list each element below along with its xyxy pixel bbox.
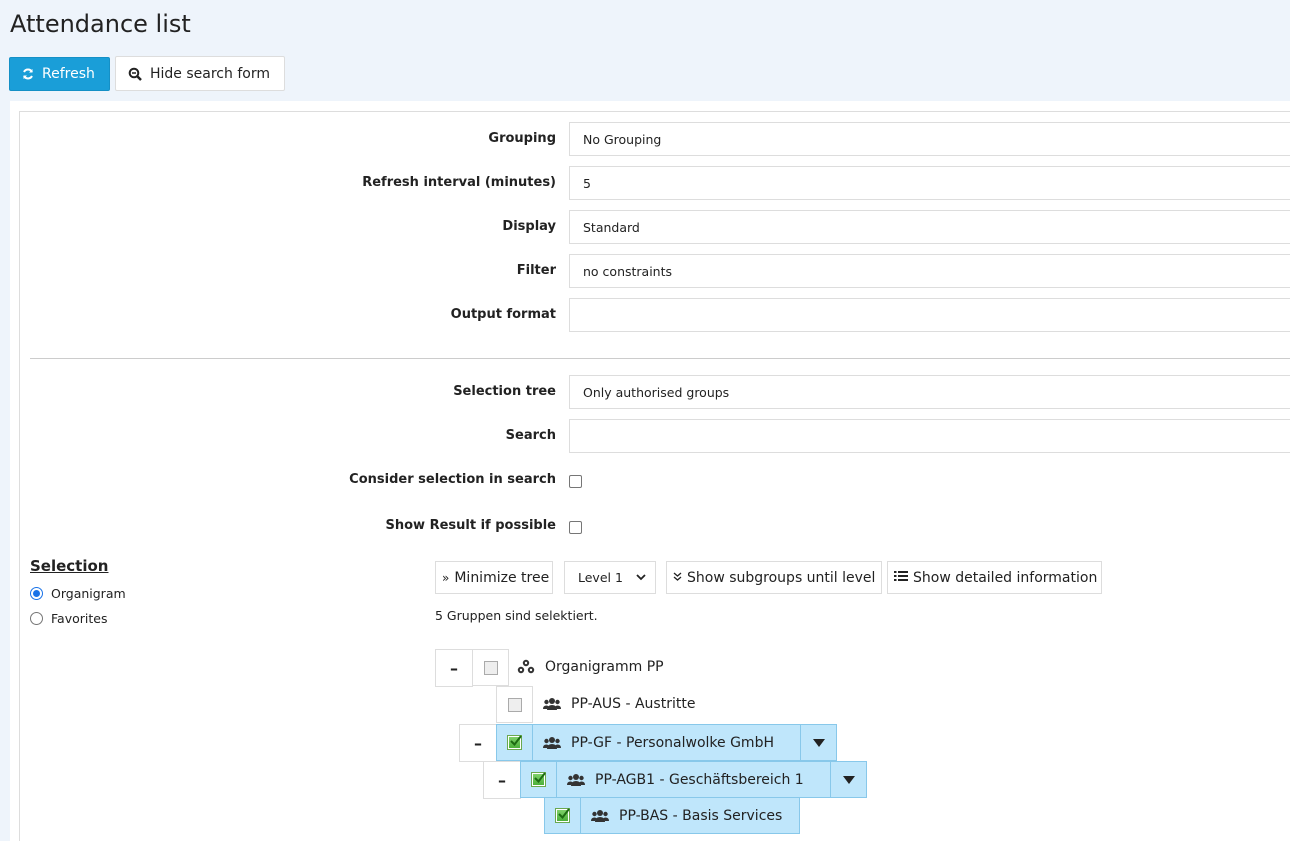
tree-collapse-button[interactable]: – <box>483 761 521 799</box>
page-title: Attendance list <box>10 10 191 38</box>
show-detailed-info-label: Show detailed information <box>913 569 1098 586</box>
tree-node-pp-bas[interactable]: PP-BAS - Basis Services <box>544 797 800 834</box>
output-format-select[interactable] <box>569 298 1290 332</box>
tree-checkbox-checked[interactable] <box>507 735 522 750</box>
list-icon <box>894 570 908 585</box>
users-icon <box>543 697 561 711</box>
tree-checkbox-checked[interactable] <box>555 808 570 823</box>
radio-button[interactable] <box>30 587 43 600</box>
tree-node-label: PP-GF - Personalwolke GmbH <box>571 734 774 751</box>
grouping-label: Grouping <box>488 131 556 146</box>
tree-collapse-button[interactable]: – <box>459 724 497 762</box>
hide-search-form-button[interactable]: Hide search form <box>115 56 285 91</box>
refresh-interval-input[interactable]: 5 <box>569 166 1290 200</box>
show-result-checkbox[interactable] <box>569 521 582 534</box>
selected-count-status: 5 Gruppen sind selektiert. <box>435 608 598 623</box>
minimize-tree-label: Minimize tree <box>454 569 550 586</box>
show-result-label: Show Result if possible <box>385 518 557 533</box>
tree-node-label: PP-AGB1 - Geschäftsbereich 1 <box>595 771 804 788</box>
consider-selection-checkbox[interactable] <box>569 475 582 488</box>
caret-down-icon[interactable] <box>800 725 836 760</box>
tree-checkbox-cell[interactable] <box>545 798 581 833</box>
display-select[interactable]: Standard <box>569 210 1290 244</box>
minimize-tree-button[interactable]: » Minimize tree <box>435 561 553 594</box>
caret-down-icon[interactable] <box>830 762 866 797</box>
search-label: Search <box>505 428 556 443</box>
radio-favorites[interactable]: Favorites <box>30 611 107 626</box>
tree-node-pp-gf[interactable]: PP-GF - Personalwolke GmbH <box>496 724 837 761</box>
users-icon <box>591 809 609 823</box>
show-subgroups-label: Show subgroups until level <box>687 569 876 586</box>
radio-organigram[interactable]: Organigram <box>30 586 126 601</box>
consider-selection-label: Consider selection in search <box>349 472 556 487</box>
selection-title: Selection <box>30 557 109 575</box>
refresh-interval-label: Refresh interval (minutes) <box>362 175 556 190</box>
radio-button[interactable] <box>30 612 43 625</box>
radio-label: Favorites <box>51 611 108 626</box>
tree-collapse-button[interactable]: – <box>435 649 473 687</box>
tree-node-pp-aus[interactable]: PP-AUS - Austritte <box>533 686 733 722</box>
tree-checkbox-cell[interactable] <box>497 725 533 760</box>
search-input[interactable] <box>569 419 1290 453</box>
level-select[interactable]: Level 1 <box>564 561 656 594</box>
tree-checkbox-cell[interactable] <box>496 686 533 723</box>
output-format-label: Output format <box>450 307 556 322</box>
search-minus-icon <box>128 67 142 81</box>
show-detailed-info-button[interactable]: Show detailed information <box>887 561 1102 594</box>
users-icon <box>567 773 585 787</box>
show-subgroups-button[interactable]: Show subgroups until level <box>666 561 882 594</box>
tree-node-organigramm[interactable]: Organigramm PP <box>509 649 709 685</box>
chevron-down-icon <box>635 570 647 587</box>
tree-node-label: Organigramm PP <box>545 659 664 675</box>
filter-select[interactable]: no constraints <box>569 254 1290 288</box>
tree-node-pp-agb1[interactable]: PP-AGB1 - Geschäftsbereich 1 <box>520 761 867 798</box>
refresh-label: Refresh <box>42 66 95 82</box>
radio-label: Organigram <box>51 586 126 601</box>
selection-tree-select[interactable]: Only authorised groups <box>569 375 1290 409</box>
display-label: Display <box>502 219 556 234</box>
hide-search-form-label: Hide search form <box>150 65 270 82</box>
double-chevron-down-icon <box>673 571 682 585</box>
tree-node-label: PP-AUS - Austritte <box>571 696 696 712</box>
tree-checkbox[interactable] <box>483 660 498 675</box>
refresh-button[interactable]: Refresh <box>9 57 110 91</box>
grouping-select[interactable]: No Grouping <box>569 122 1290 156</box>
double-chevron-right-icon: » <box>442 570 450 585</box>
filter-label: Filter <box>516 263 556 278</box>
level-value: Level 1 <box>578 570 623 585</box>
tree-node-label: PP-BAS - Basis Services <box>619 807 783 824</box>
sitemap-icon <box>517 659 535 675</box>
tree-checkbox[interactable] <box>507 697 522 712</box>
users-icon <box>543 736 561 750</box>
tree-checkbox-cell[interactable] <box>472 649 509 686</box>
divider <box>30 358 1290 359</box>
refresh-icon <box>22 68 34 80</box>
tree-checkbox-checked[interactable] <box>531 772 546 787</box>
tree-checkbox-cell[interactable] <box>521 762 557 797</box>
selection-tree-label: Selection tree <box>453 384 556 399</box>
